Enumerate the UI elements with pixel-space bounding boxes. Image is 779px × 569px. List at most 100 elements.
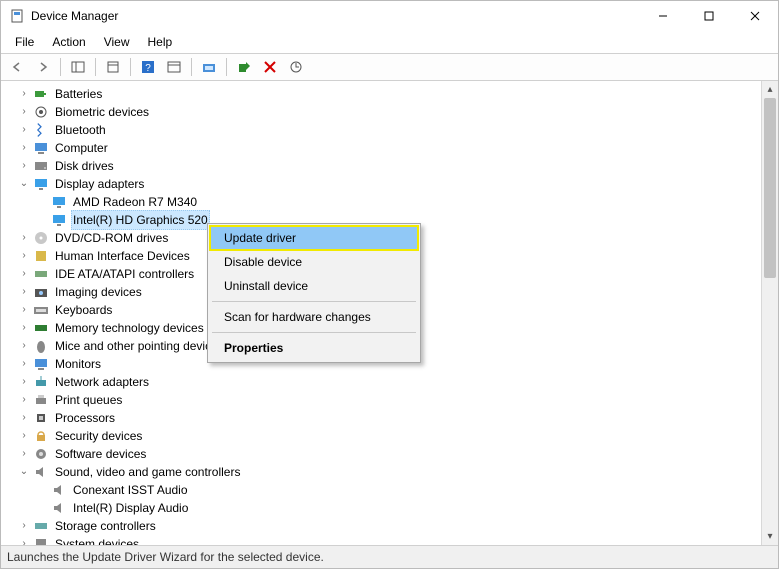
tree-category-label: Mice and other pointing devices xyxy=(53,337,226,355)
tree-category-label: Sound, video and game controllers xyxy=(53,463,242,481)
device-tree-container[interactable]: ›Batteries›Biometric devices›Bluetooth›C… xyxy=(1,81,761,545)
tree-category-label: Security devices xyxy=(53,427,144,445)
tree-category[interactable]: ›Storage controllers xyxy=(5,517,761,535)
back-button[interactable] xyxy=(5,55,29,79)
expand-icon[interactable]: › xyxy=(17,159,31,173)
tree-category[interactable]: › Processors xyxy=(5,409,761,427)
tree-category[interactable]: ⌄Display adapters xyxy=(5,175,761,193)
expand-icon[interactable]: › xyxy=(17,429,31,443)
expand-icon[interactable]: › xyxy=(17,321,31,335)
expand-icon[interactable]: › xyxy=(17,249,31,263)
expand-icon[interactable]: › xyxy=(17,393,31,407)
context-menu-item[interactable]: Disable device xyxy=(210,250,418,274)
toolbar-separator xyxy=(130,58,131,76)
tree-category[interactable]: ⌄ Sound, video and game controllers xyxy=(5,463,761,481)
scroll-down-button[interactable]: ▾ xyxy=(762,528,778,545)
display-adapter-icon xyxy=(51,194,67,210)
scan-hardware-button[interactable] xyxy=(197,55,221,79)
context-menu-item[interactable]: Update driver xyxy=(210,226,418,250)
expand-icon[interactable]: › xyxy=(17,285,31,299)
tree-category[interactable]: ›Software devices xyxy=(5,445,761,463)
tree-category[interactable]: › Security devices xyxy=(5,427,761,445)
show-hide-tree-button[interactable] xyxy=(66,55,90,79)
tree-category[interactable]: › Print queues xyxy=(5,391,761,409)
ide-icon xyxy=(33,266,49,282)
expand-icon[interactable]: › xyxy=(17,537,31,545)
help-button[interactable]: ? xyxy=(136,55,160,79)
expand-icon[interactable]: › xyxy=(17,447,31,461)
enable-device-button[interactable] xyxy=(232,55,256,79)
status-text: Launches the Update Driver Wizard for th… xyxy=(7,550,324,564)
tree-category[interactable]: › Disk drives xyxy=(5,157,761,175)
tree-category-label: Biometric devices xyxy=(53,103,151,121)
tree-device[interactable]: Conexant ISST Audio xyxy=(5,481,761,499)
tree-category-label: Bluetooth xyxy=(53,121,108,139)
tree-category-label: System devices xyxy=(53,535,141,545)
close-button[interactable] xyxy=(732,1,778,31)
keyboard-icon xyxy=(33,302,49,318)
tree-category-label: Processors xyxy=(53,409,117,427)
tree-device-label: AMD Radeon R7 M340 xyxy=(71,193,199,211)
expand-icon[interactable]: › xyxy=(17,357,31,371)
memory-icon xyxy=(33,320,49,336)
context-menu-item[interactable]: Uninstall device xyxy=(210,274,418,298)
svg-text:?: ? xyxy=(145,63,151,74)
minimize-button[interactable] xyxy=(640,1,686,31)
camera-icon xyxy=(33,284,49,300)
context-menu-item[interactable]: Properties xyxy=(210,336,418,360)
tree-device[interactable]: AMD Radeon R7 M340 xyxy=(5,193,761,211)
speaker-icon xyxy=(51,500,67,516)
expand-icon[interactable]: › xyxy=(17,105,31,119)
update-driver-button[interactable] xyxy=(284,55,308,79)
menu-view[interactable]: View xyxy=(96,33,138,51)
tree-category[interactable]: › Biometric devices xyxy=(5,103,761,121)
gear-icon xyxy=(33,446,49,462)
tree-category[interactable]: ›Batteries xyxy=(5,85,761,103)
tree-device[interactable]: Intel(R) Display Audio xyxy=(5,499,761,517)
content-area: ›Batteries›Biometric devices›Bluetooth›C… xyxy=(1,81,778,546)
tree-device-label: Intel(R) HD Graphics 520 xyxy=(71,210,210,230)
tree-category-label: Disk drives xyxy=(53,157,116,175)
expand-icon[interactable]: › xyxy=(17,339,31,353)
printer-icon xyxy=(33,392,49,408)
collapse-icon[interactable]: ⌄ xyxy=(17,177,31,191)
expand-icon[interactable]: › xyxy=(17,123,31,137)
titlebar: Device Manager xyxy=(1,1,778,31)
tree-category-label: Monitors xyxy=(53,355,103,373)
context-menu-separator xyxy=(212,332,416,333)
expand-icon[interactable]: › xyxy=(17,141,31,155)
expand-icon[interactable]: › xyxy=(17,87,31,101)
window-title: Device Manager xyxy=(31,9,118,23)
tree-category[interactable]: › System devices xyxy=(5,535,761,545)
scroll-up-button[interactable]: ▴ xyxy=(762,81,778,98)
menu-file[interactable]: File xyxy=(7,33,42,51)
collapse-icon[interactable]: ⌄ xyxy=(17,465,31,479)
properties-button[interactable] xyxy=(101,55,125,79)
tree-category[interactable]: › Computer xyxy=(5,139,761,157)
context-menu-separator xyxy=(212,301,416,302)
expand-icon[interactable]: › xyxy=(17,231,31,245)
expand-icon[interactable]: › xyxy=(17,411,31,425)
uninstall-device-button[interactable] xyxy=(258,55,282,79)
network-icon xyxy=(33,374,49,390)
tree-category[interactable]: ›Network adapters xyxy=(5,373,761,391)
view-button[interactable] xyxy=(162,55,186,79)
expand-icon[interactable]: › xyxy=(17,267,31,281)
menu-action[interactable]: Action xyxy=(44,33,93,51)
expand-icon[interactable]: › xyxy=(17,303,31,317)
fingerprint-icon xyxy=(33,104,49,120)
tree-category-label: Print queues xyxy=(53,391,124,409)
menu-help[interactable]: Help xyxy=(140,33,181,51)
tree-category-label: Computer xyxy=(53,139,110,157)
forward-button[interactable] xyxy=(31,55,55,79)
expand-icon[interactable]: › xyxy=(17,519,31,533)
menubar: File Action View Help xyxy=(1,31,778,53)
context-menu-item[interactable]: Scan for hardware changes xyxy=(210,305,418,329)
maximize-button[interactable] xyxy=(686,1,732,31)
expand-icon[interactable]: › xyxy=(17,375,31,389)
storage-icon xyxy=(33,518,49,534)
vertical-scrollbar[interactable]: ▴ ▾ xyxy=(761,81,778,545)
scroll-track[interactable] xyxy=(762,98,778,528)
scroll-thumb[interactable] xyxy=(764,98,776,278)
tree-category[interactable]: › Bluetooth xyxy=(5,121,761,139)
